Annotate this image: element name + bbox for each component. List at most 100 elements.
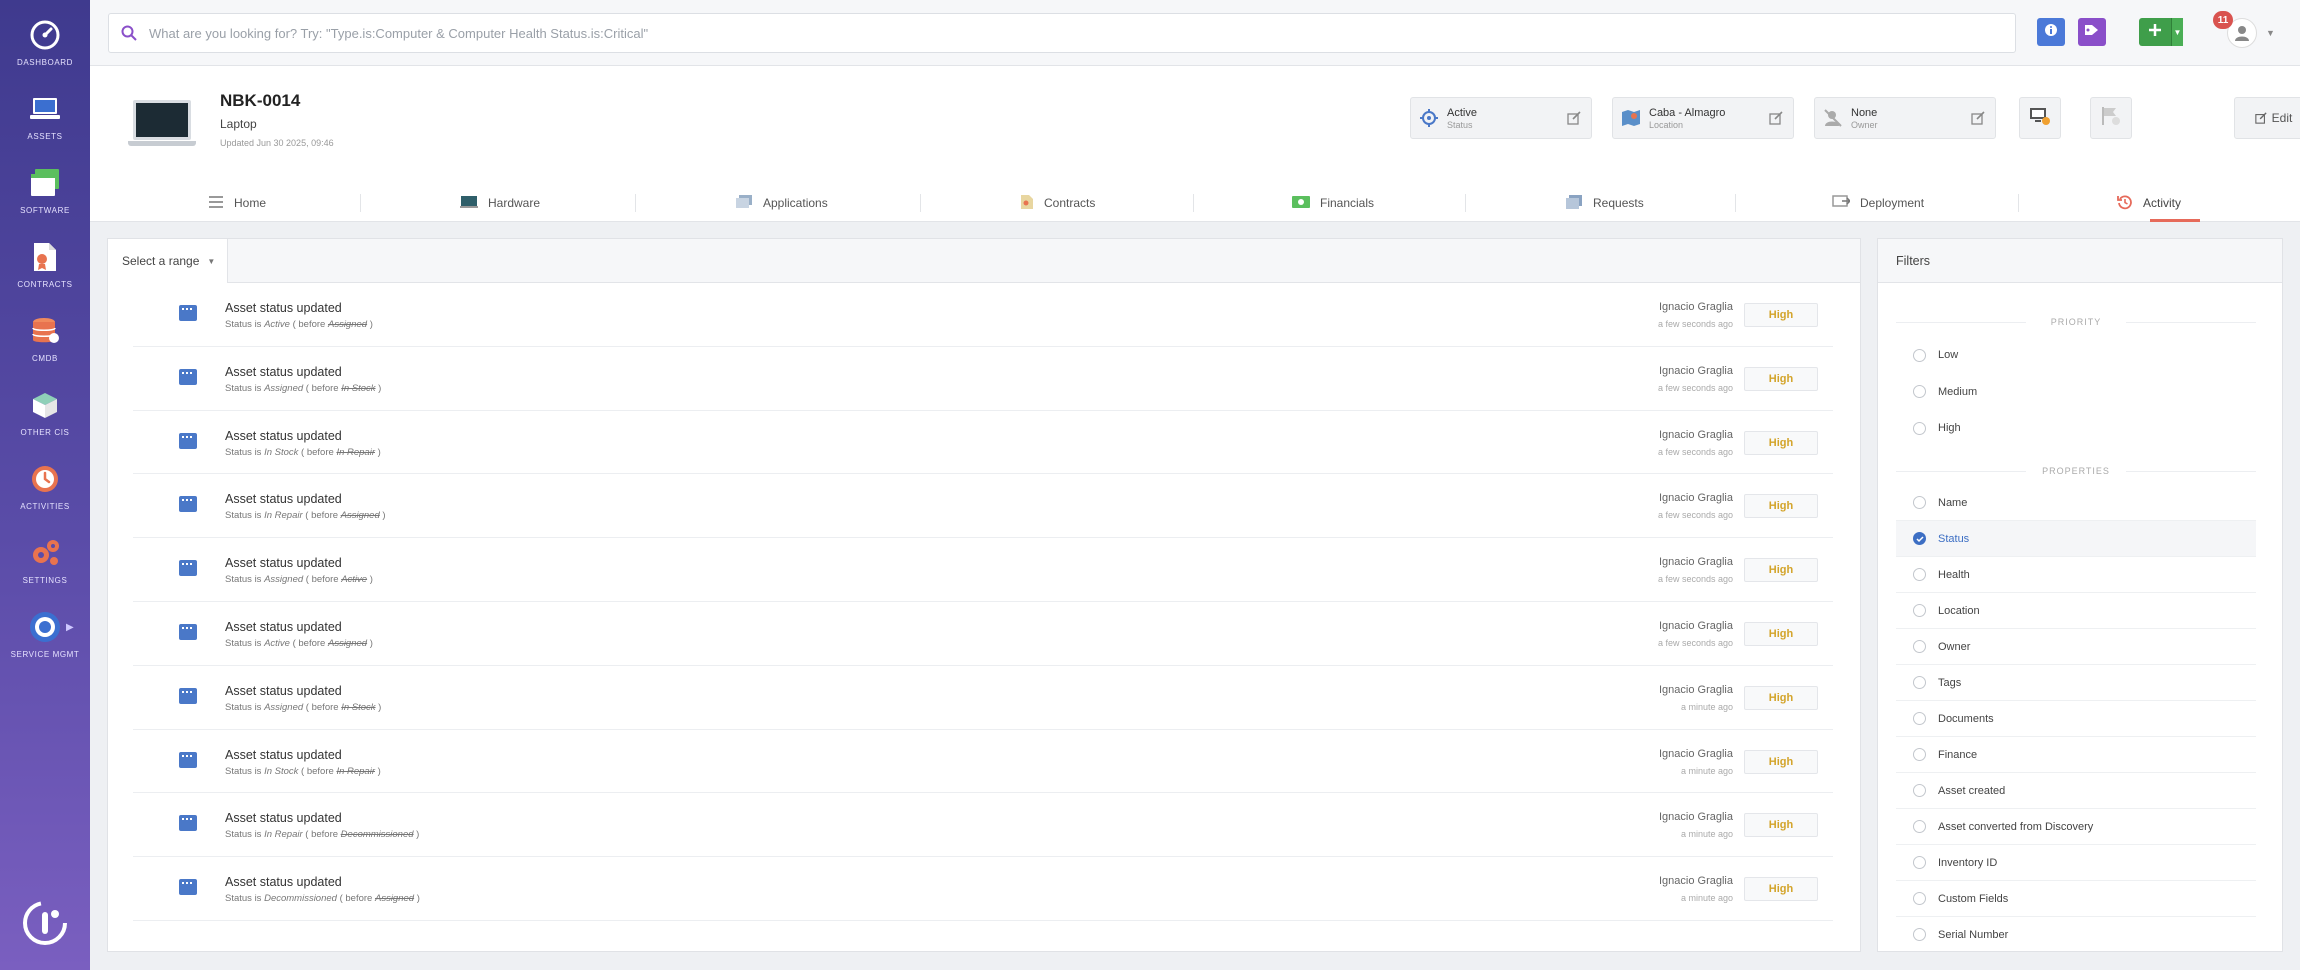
filter-label: High — [1938, 422, 1961, 435]
activity-user[interactable]: Ignacio Graglia — [1659, 875, 1733, 887]
sidebar-item-software[interactable]: SOFTWARE — [0, 158, 90, 228]
activity-row[interactable]: Asset status updated Status is Assigned (… — [133, 666, 1833, 730]
edit-icon[interactable] — [1971, 111, 1985, 130]
tab-deployment[interactable]: Deployment — [1832, 184, 1924, 222]
tab-applications[interactable]: Applications — [735, 184, 828, 222]
sidebar-item-dashboard[interactable]: DASHBOARD — [0, 10, 90, 80]
filter-label: Serial Number — [1938, 928, 2009, 941]
activity-row[interactable]: Asset status updated Status is Active ( b… — [133, 283, 1833, 347]
activity-user[interactable]: Ignacio Graglia — [1659, 365, 1733, 377]
radio-button[interactable] — [1913, 676, 1926, 689]
filter-property-option[interactable]: Serial Number — [1896, 917, 2256, 951]
flag-button[interactable] — [2090, 97, 2132, 139]
location-box[interactable]: Caba - Almagro Location — [1612, 97, 1794, 139]
tab-home[interactable]: Home — [208, 184, 266, 222]
filter-property-option[interactable]: Owner — [1896, 629, 2256, 665]
sidebar-item-cmdb[interactable]: CMDB — [0, 306, 90, 376]
filter-property-option[interactable]: Location — [1896, 593, 2256, 629]
edit-icon[interactable] — [1769, 111, 1783, 130]
range-select[interactable]: Select a range ▼ — [108, 239, 228, 283]
radio-button[interactable] — [1913, 604, 1926, 617]
activity-row[interactable]: Asset status updated Status is Assigned (… — [133, 347, 1833, 411]
software-icon — [28, 166, 62, 200]
activity-user[interactable]: Ignacio Graglia — [1659, 556, 1733, 568]
detail-mid: ( before — [303, 574, 342, 586]
sidebar-item-settings[interactable]: SETTINGS — [0, 528, 90, 598]
tab-activity[interactable]: Activity — [2117, 184, 2181, 222]
expand-arrow-icon[interactable]: ▶ — [66, 622, 74, 633]
activity-user[interactable]: Ignacio Graglia — [1659, 748, 1733, 760]
status-box[interactable]: Active Status — [1410, 97, 1592, 139]
search-bar[interactable] — [108, 13, 2016, 53]
radio-button[interactable] — [1913, 421, 1926, 435]
activity-user[interactable]: Ignacio Graglia — [1659, 429, 1733, 441]
activity-type-icon — [179, 560, 197, 577]
activity-row[interactable]: Asset status updated Status is Active ( b… — [133, 602, 1833, 666]
owner-box[interactable]: None Owner — [1814, 97, 1996, 139]
activity-row[interactable]: Asset status updated Status is Decommissi… — [133, 857, 1833, 921]
radio-button[interactable] — [1913, 568, 1926, 581]
search-input[interactable] — [149, 25, 1949, 41]
sidebar-item-assets[interactable]: ASSETS — [0, 84, 90, 154]
deployment-icon — [1832, 194, 1852, 212]
activity-user[interactable]: Ignacio Graglia — [1659, 620, 1733, 632]
tab-requests[interactable]: Requests — [1565, 184, 1644, 222]
activity-row[interactable]: Asset status updated Status is In Repair … — [133, 474, 1833, 539]
tab-contracts[interactable]: Contracts — [1020, 184, 1095, 222]
edit-button[interactable]: Edit — [2234, 97, 2300, 139]
sidebar-item-other-cis[interactable]: OTHER CIS — [0, 380, 90, 450]
tags-button[interactable] — [2078, 18, 2106, 46]
activity-user[interactable]: Ignacio Graglia — [1659, 811, 1733, 823]
activity-row[interactable]: Asset status updated Status is In Stock (… — [133, 411, 1833, 475]
filter-property-option[interactable]: Tags — [1896, 665, 2256, 701]
filter-priority-option[interactable]: Medium — [1896, 374, 2256, 410]
activity-row[interactable]: Asset status updated Status is In Stock (… — [133, 730, 1833, 794]
radio-button[interactable] — [1913, 820, 1926, 833]
activity-time: a minute ago — [1680, 765, 1733, 776]
chevron-down-icon[interactable]: ▼ — [2171, 18, 2183, 46]
activity-row[interactable]: Asset status updated Status is In Repair … — [133, 793, 1833, 858]
sidebar-item-service-mgmt[interactable]: SERVICE MGMT — [0, 602, 90, 672]
filter-property-option[interactable]: Asset created — [1896, 773, 2256, 809]
radio-button[interactable] — [1913, 856, 1926, 869]
notification-badge[interactable]: 11 — [2213, 11, 2233, 29]
filter-property-option[interactable]: Status — [1896, 521, 2256, 557]
tab-divider — [2018, 194, 2019, 212]
filter-property-option[interactable]: Health — [1896, 557, 2256, 593]
sidebar-item-contracts[interactable]: CONTRACTS — [0, 232, 90, 302]
edit-action[interactable]: Edit — [2235, 98, 2300, 138]
filter-property-option[interactable]: Documents — [1896, 701, 2256, 737]
filter-property-option[interactable]: Inventory ID — [1896, 845, 2256, 881]
priority-badge: High — [1744, 813, 1818, 838]
radio-button[interactable] — [1913, 496, 1926, 509]
activity-user[interactable]: Ignacio Graglia — [1659, 301, 1733, 313]
monitor-alert-button[interactable] — [2019, 97, 2061, 139]
filter-property-option[interactable]: Custom Fields — [1896, 881, 2256, 917]
radio-button[interactable] — [1913, 640, 1926, 653]
filter-priority-option[interactable]: High — [1896, 410, 2256, 446]
tab-financials[interactable]: Financials — [1292, 184, 1374, 222]
chevron-down-icon[interactable]: ▼ — [2266, 28, 2275, 38]
activity-detail: Status is Active ( before Assigned ) — [225, 319, 373, 330]
radio-button[interactable] — [1913, 385, 1926, 399]
radio-button[interactable] — [1913, 748, 1926, 761]
info-button[interactable] — [2037, 18, 2065, 46]
filter-property-option[interactable]: Asset converted from Discovery — [1896, 809, 2256, 845]
add-button[interactable]: ▼ — [2139, 18, 2183, 46]
radio-button[interactable] — [1913, 712, 1926, 725]
filter-property-option[interactable]: Name — [1896, 485, 2256, 521]
tab-hardware[interactable]: Hardware — [460, 184, 540, 222]
filter-property-option[interactable]: Finance — [1896, 737, 2256, 773]
activity-user[interactable]: Ignacio Graglia — [1659, 684, 1733, 696]
radio-button[interactable] — [1913, 928, 1926, 941]
check-icon[interactable] — [1913, 532, 1926, 545]
activity-user[interactable]: Ignacio Graglia — [1659, 492, 1733, 504]
radio-button[interactable] — [1913, 892, 1926, 905]
radio-button[interactable] — [1913, 784, 1926, 797]
sidebar-item-activities[interactable]: ACTIVITIES — [0, 454, 90, 524]
filter-priority-option[interactable]: Low — [1896, 337, 2256, 373]
edit-icon[interactable] — [1567, 111, 1581, 130]
activity-row[interactable]: Asset status updated Status is Assigned (… — [133, 538, 1833, 602]
radio-button[interactable] — [1913, 348, 1926, 362]
laptop-icon — [28, 92, 62, 126]
